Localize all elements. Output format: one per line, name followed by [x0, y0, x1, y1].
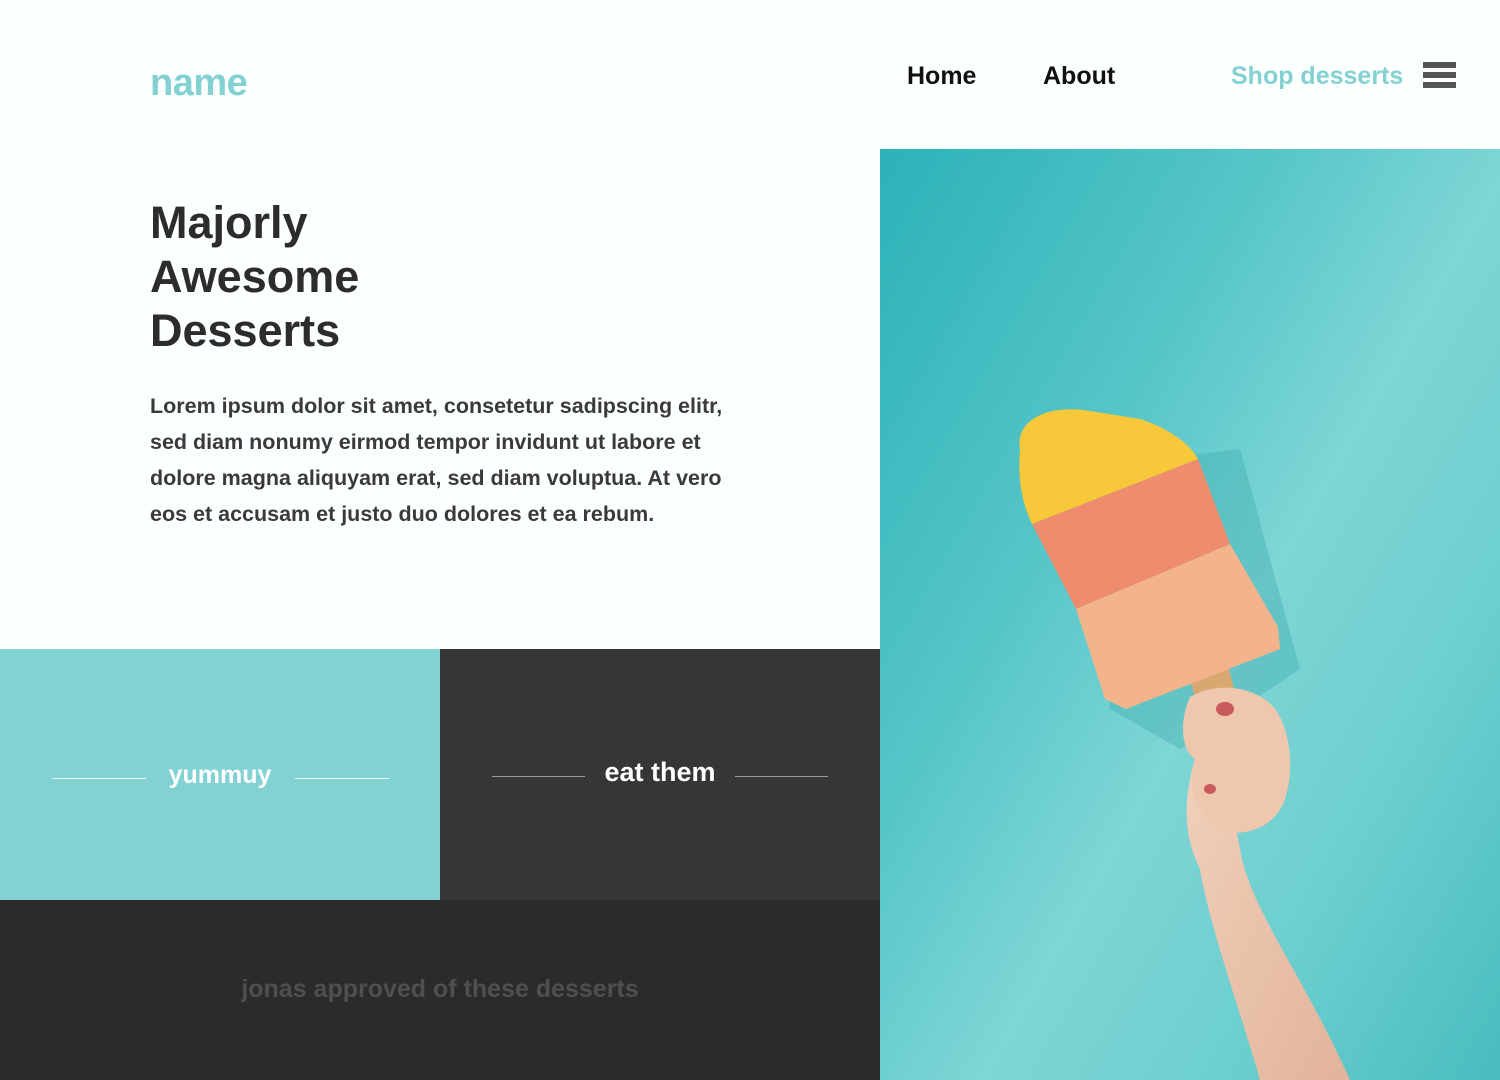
- nav-link-shop-desserts[interactable]: Shop desserts: [1231, 58, 1403, 94]
- divider-line: [735, 776, 828, 777]
- hero-photo: [880, 149, 1500, 1080]
- footer-band: jonas approved of these desserts: [0, 900, 880, 1080]
- hamburger-menu-icon[interactable]: [1423, 62, 1457, 90]
- hero-title-line: Awesome: [150, 251, 360, 302]
- tile-label: eat them: [604, 757, 716, 787]
- hero-title-line: Desserts: [150, 305, 341, 356]
- main-nav: Home About Shop desserts: [0, 58, 1500, 98]
- hero-description: Lorem ipsum dolor sit amet, consetetur s…: [150, 394, 723, 526]
- divider-line: [295, 778, 389, 779]
- menu-bar: [1423, 82, 1456, 88]
- menu-bar: [1423, 72, 1456, 78]
- tile-yummuy[interactable]: yummuy: [0, 649, 440, 900]
- nav-link-home[interactable]: Home: [907, 58, 976, 94]
- hero-title-line: Majorly: [150, 197, 308, 248]
- fingernail: [1216, 702, 1234, 716]
- menu-bar: [1423, 62, 1456, 68]
- tile-eat-them[interactable]: eat them: [440, 649, 880, 900]
- hero-title: Majorly Awesome Desserts: [150, 196, 550, 358]
- fingernail: [1204, 784, 1216, 794]
- tile-label: yummuy: [168, 761, 272, 789]
- footer-text: jonas approved of these desserts: [241, 975, 639, 1003]
- nav-link-about[interactable]: About: [1043, 58, 1115, 94]
- popsicle-illustration: [1019, 409, 1350, 1080]
